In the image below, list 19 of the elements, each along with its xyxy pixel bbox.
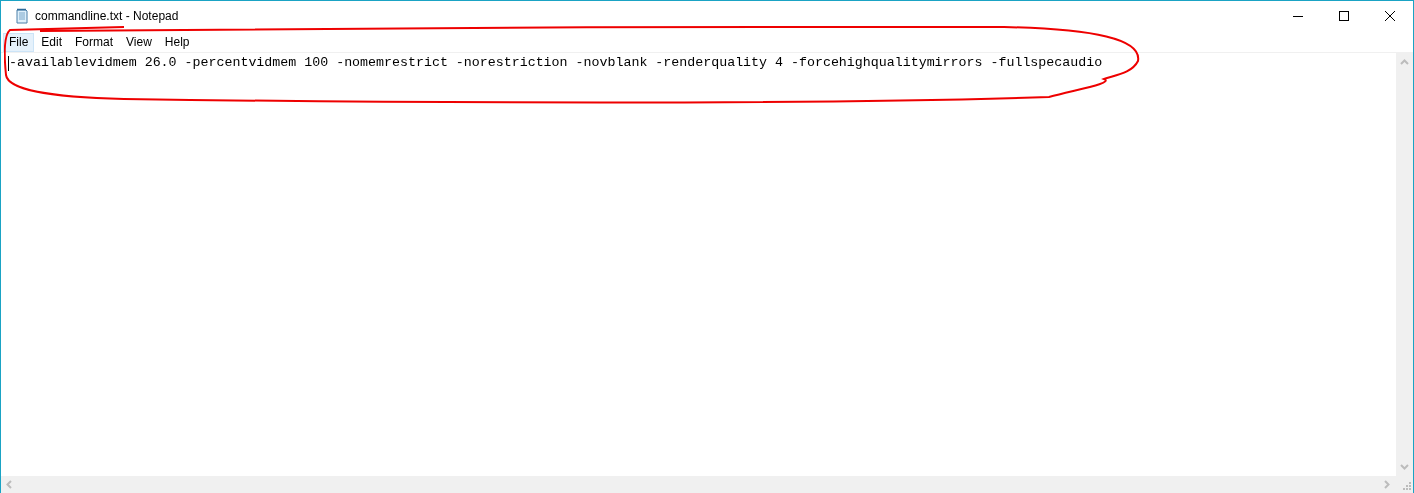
vertical-scrollbar[interactable] [1396, 53, 1413, 476]
text-line: -availablevidmem 26.0 -percentvidmem 100 -nomemrestrict -norestriction -novblank -renderquality 4 -forcehighqualitymirrors -fullspecaudio [9, 55, 1103, 71]
menu-item[interactable]: Help [158, 33, 196, 52]
horizontal-scrollbar[interactable] [1, 476, 1396, 493]
scroll-left-icon[interactable] [6, 480, 12, 489]
menu-item[interactable]: Edit [35, 33, 69, 52]
resize-grip-icon[interactable] [1403, 482, 1411, 490]
text-area[interactable]: -availablevidmem 26.0 -percentvidmem 100 -nomemrestrict -norestriction -novblank -renderquality 4 -forcehighqualitymirrors -fullspecaudio [1, 53, 1396, 476]
maximize-icon [1339, 11, 1349, 21]
notepad-icon [14, 8, 30, 24]
menu-item[interactable]: View [120, 33, 158, 52]
text-cursor [8, 55, 9, 71]
close-icon [1385, 11, 1395, 21]
menu-item[interactable]: File [3, 33, 35, 52]
scroll-up-icon[interactable] [1400, 59, 1409, 65]
menu-item[interactable]: Format [69, 33, 120, 52]
scroll-down-icon[interactable] [1400, 464, 1409, 470]
scroll-right-icon[interactable] [1384, 480, 1390, 489]
window-title: commandline.txt - Notepad [35, 9, 179, 23]
